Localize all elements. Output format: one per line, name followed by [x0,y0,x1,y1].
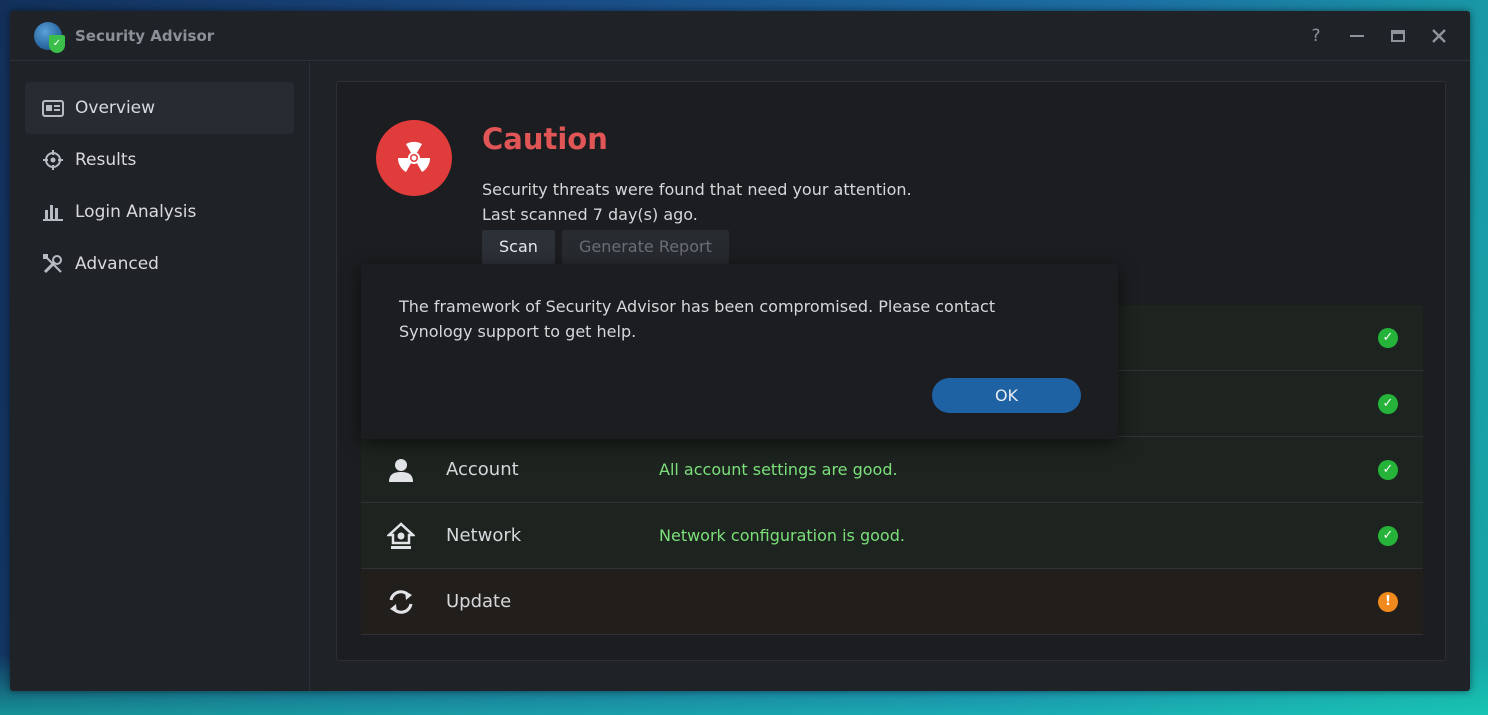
title-bar: ✓ Security Advisor ? [10,11,1470,61]
status-message: Security threats were found that need yo… [482,180,912,199]
bar-chart-icon [42,202,64,222]
check-name: Update [446,591,512,612]
sidebar-item-login-analysis[interactable]: Login Analysis [25,186,294,238]
dialog-message: The framework of Security Advisor has be… [399,294,1039,344]
check-warning-icon: ! [1378,591,1398,612]
sidebar-item-results[interactable]: Results [25,134,294,186]
scan-button[interactable]: Scan [482,230,555,264]
globe-shield-icon: ✓ [34,21,65,53]
check-row-update[interactable]: Update ! [361,569,1423,635]
last-scanned-text: Last scanned 7 day(s) ago. [482,205,698,224]
target-icon [42,150,64,170]
app-window: ✓ Security Advisor ? Overview Results Lo… [10,11,1470,691]
app-title: Security Advisor [75,26,215,45]
tools-icon [42,254,64,274]
check-row-network[interactable]: Network Network configuration is good. ✓ [361,503,1423,569]
sidebar-item-label: Advanced [75,254,159,274]
check-ok-icon: ✓ [1378,525,1398,546]
dialog-message-line: Synology support to get help. [399,322,637,341]
check-status-text: Network configuration is good. [659,526,905,545]
sidebar-item-overview[interactable]: Overview [25,82,294,134]
sidebar-item-advanced[interactable]: Advanced [25,238,294,290]
check-ok-icon: ✓ [1378,327,1398,348]
sidebar-item-label: Results [75,150,137,170]
check-ok-icon: ✓ [1378,459,1398,480]
check-row-account[interactable]: Account All account settings are good. ✓ [361,437,1423,503]
sidebar: Overview Results Login Analysis Advanced [10,62,310,691]
maximize-icon[interactable] [1389,27,1407,45]
help-icon[interactable]: ? [1307,26,1325,46]
window-controls: ? [1307,11,1448,61]
check-name: Account [446,459,519,480]
sidebar-item-label: Overview [75,98,156,118]
check-status-text: All account settings are good. [659,460,898,479]
dialog-message-line: The framework of Security Advisor has be… [399,297,996,316]
status-title: Caution [482,122,608,156]
network-home-icon [387,521,415,550]
minimize-icon[interactable] [1348,27,1366,45]
generate-report-button[interactable]: Generate Report [562,230,729,264]
close-icon[interactable] [1430,27,1448,45]
check-ok-icon: ✓ [1378,393,1398,414]
overview-card-icon [42,98,64,118]
ok-button[interactable]: OK [932,378,1081,413]
radiation-icon [376,120,452,196]
alert-dialog: The framework of Security Advisor has be… [361,264,1118,439]
check-name: Network [446,525,522,546]
refresh-icon [387,588,415,616]
sidebar-item-label: Login Analysis [75,202,197,222]
user-icon [387,456,415,484]
